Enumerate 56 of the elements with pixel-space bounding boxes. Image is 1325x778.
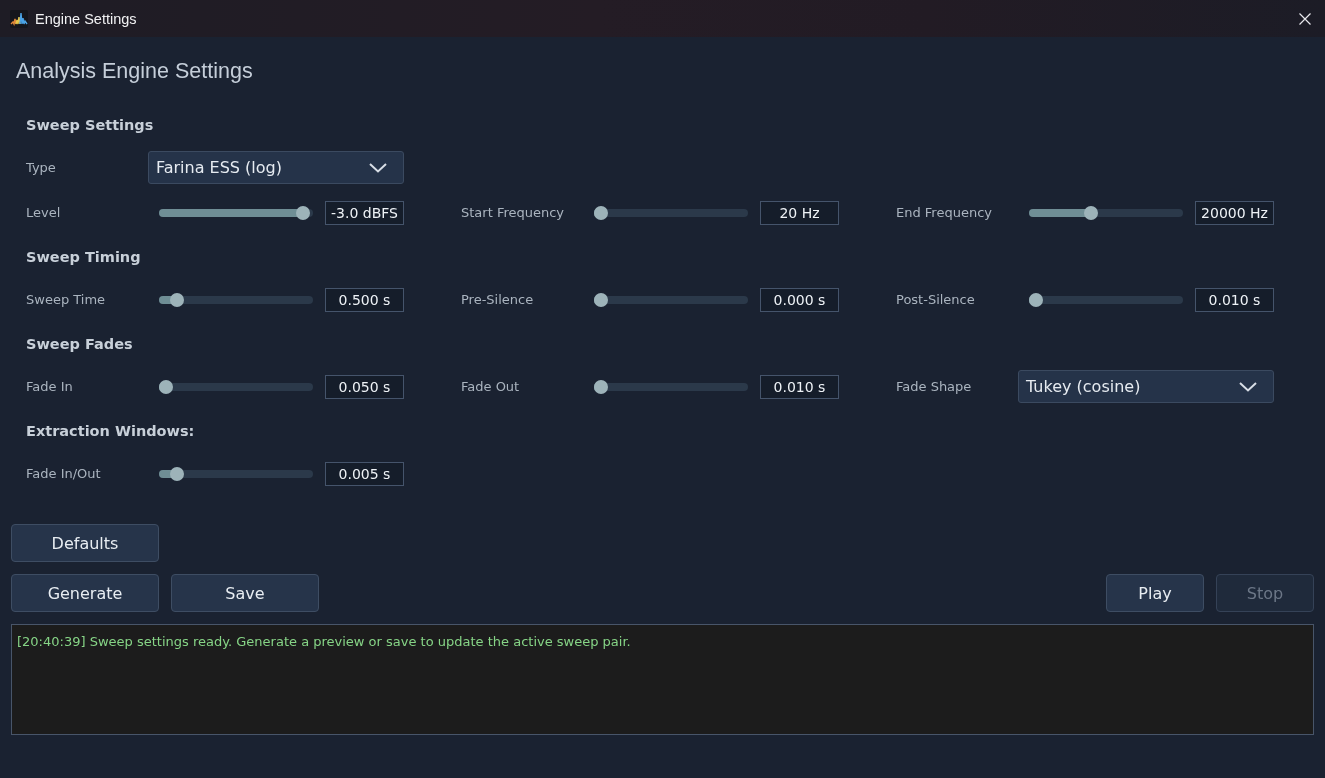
page-heading: Analysis Engine Settings [16, 58, 254, 85]
value-field[interactable]: 0.500 s [325, 287, 404, 312]
dropdown[interactable]: Tukey (cosine) [1018, 370, 1274, 403]
action-button[interactable]: Play [1106, 574, 1204, 612]
field-label: Fade In/Out [26, 466, 102, 481]
window-title: Engine Settings [35, 10, 137, 27]
slider-thumb[interactable] [594, 292, 608, 307]
section-title: Sweep Timing [26, 248, 141, 267]
slider-track[interactable] [594, 208, 748, 217]
field-label: Type [26, 160, 57, 175]
slider-track[interactable] [159, 469, 313, 478]
section-title: Extraction Windows: [26, 422, 195, 441]
slider-track[interactable] [159, 382, 313, 391]
log-message: [20:40:39] Sweep settings ready. Generate a preview or save to update the active sweep pair. [17, 633, 631, 650]
field-label: Post-Silence [896, 292, 976, 307]
close-button[interactable] [1299, 12, 1311, 25]
slider-thumb[interactable] [1029, 292, 1043, 307]
field-label: Sweep Time [26, 292, 107, 307]
field-label: Fade In [26, 379, 74, 394]
slider-thumb[interactable] [1083, 205, 1098, 220]
slider-thumb[interactable] [296, 205, 311, 220]
field-label: Fade Out [461, 379, 521, 394]
section-title: Sweep Settings [26, 116, 154, 135]
action-button[interactable]: Generate [11, 574, 159, 612]
chevron-down-icon [369, 162, 387, 173]
value-field[interactable]: 0.000 s [760, 287, 839, 312]
section-title: Sweep Fades [26, 335, 133, 354]
value-field[interactable]: 0.010 s [760, 374, 839, 399]
slider-track[interactable] [594, 382, 748, 391]
value-field[interactable]: 0.050 s [325, 374, 404, 399]
dropdown[interactable]: Farina ESS (log) [148, 151, 404, 184]
slider-track[interactable] [159, 295, 313, 304]
slider-thumb[interactable] [170, 466, 185, 481]
action-button[interactable]: Defaults [11, 524, 159, 562]
action-button[interactable]: Save [171, 574, 319, 612]
field-label: End Frequency [896, 205, 993, 220]
waveform-icon [10, 9, 28, 28]
slider-track[interactable] [1029, 295, 1183, 304]
chevron-down-icon [1239, 381, 1257, 392]
value-field[interactable]: -3.0 dBFS [325, 200, 404, 225]
slider-track[interactable] [159, 208, 313, 217]
value-field[interactable]: 0.005 s [325, 461, 404, 486]
slider-track[interactable] [1029, 208, 1183, 217]
field-label: Pre-Silence [461, 292, 535, 307]
field-label: Fade Shape [896, 379, 973, 394]
value-field[interactable]: 20000 Hz [1195, 200, 1274, 225]
slider-thumb[interactable] [170, 292, 185, 307]
close-icon [1299, 12, 1311, 25]
value-field[interactable]: 20 Hz [760, 200, 839, 225]
field-label: Level [26, 205, 62, 220]
slider-track[interactable] [594, 295, 748, 304]
value-field[interactable]: 0.010 s [1195, 287, 1274, 312]
slider-thumb[interactable] [159, 379, 173, 394]
field-label: Start Frequency [461, 205, 566, 220]
slider-thumb[interactable] [594, 379, 608, 394]
slider-thumb[interactable] [594, 205, 608, 220]
